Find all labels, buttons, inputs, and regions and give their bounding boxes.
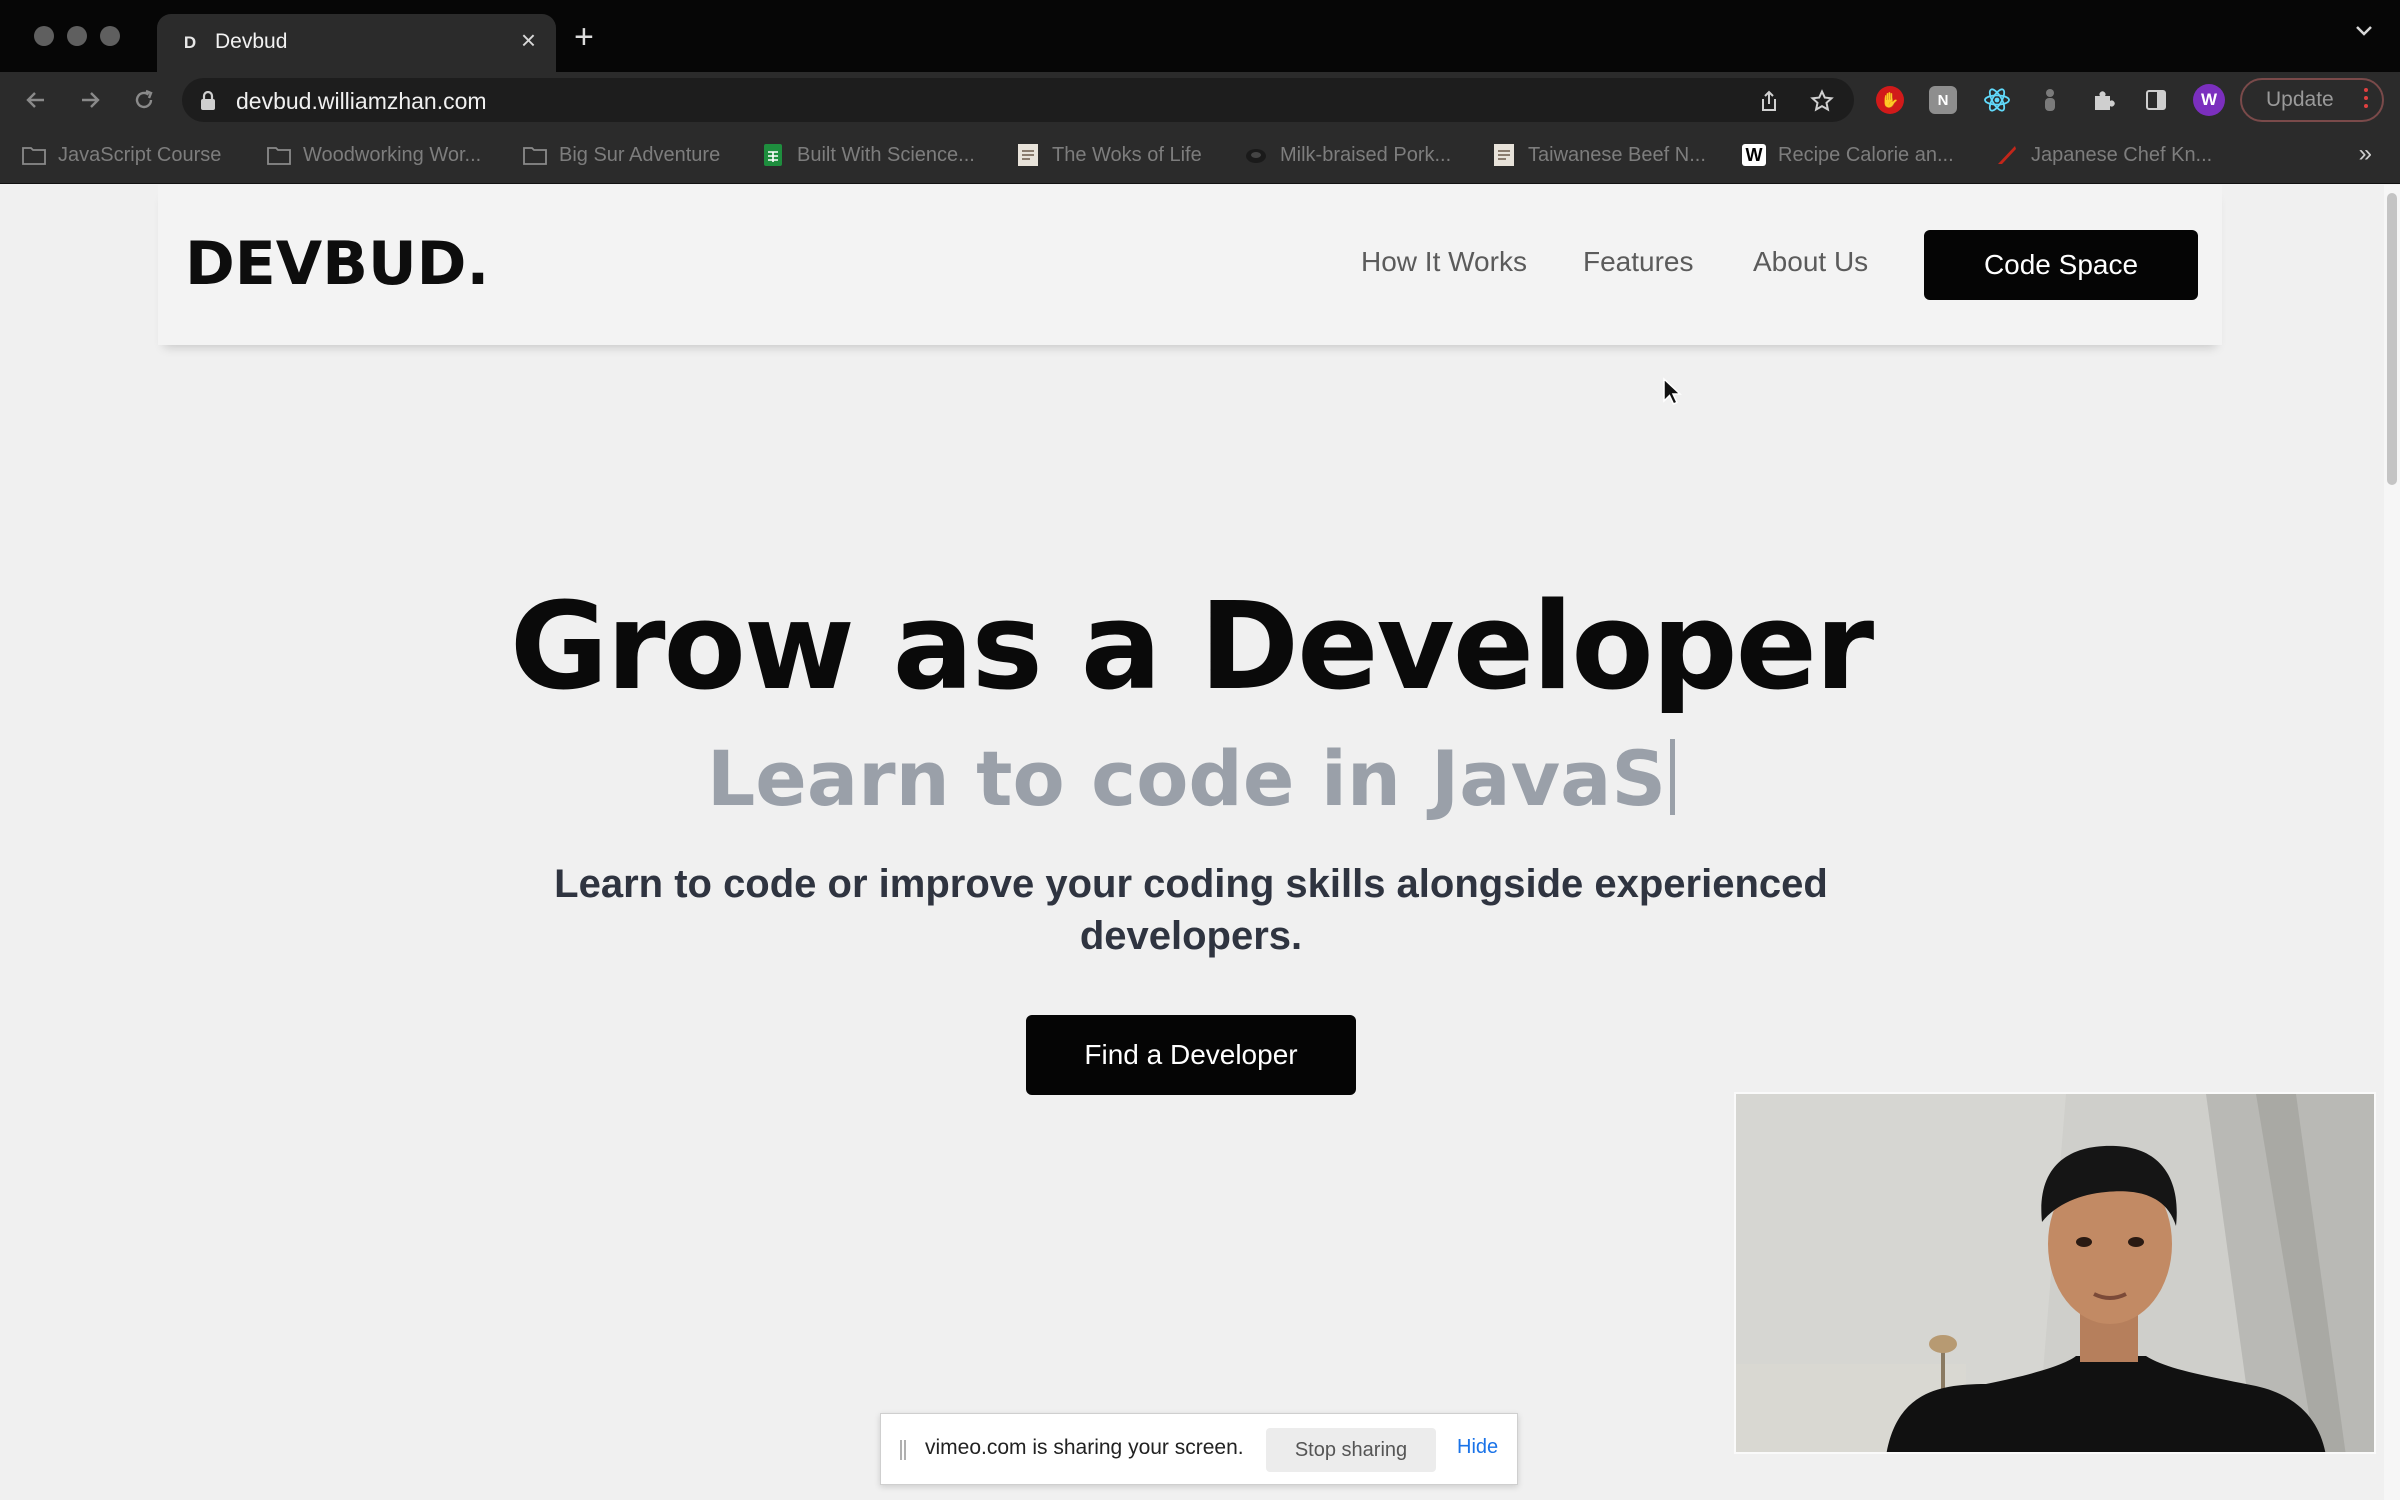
back-icon[interactable] [22,86,50,114]
tab-search-chevron-icon[interactable] [2354,24,2374,43]
new-tab-icon[interactable]: + [574,20,594,54]
window-close-dot[interactable] [34,26,54,46]
bookmark-label: Taiwanese Beef N... [1528,143,1706,166]
typing-prefix: Learn to code in [706,734,1401,823]
share-message: vimeo.com is sharing your screen. [925,1436,1244,1459]
scrollbar-track[interactable] [2384,185,2400,1500]
lock-icon[interactable] [200,90,216,116]
window-zoom-dot[interactable] [100,26,120,46]
sheets-icon [761,144,785,166]
folder-icon [22,144,46,166]
nav-link-how-it-works[interactable]: How It Works [1361,246,1527,278]
stop-hand-extension-icon[interactable]: ✋ [1876,86,1904,114]
tab-close-icon[interactable]: × [521,27,536,53]
knife-favicon [1995,144,2019,166]
extension-figure-icon[interactable] [2036,86,2064,114]
site-favicon [1492,144,1516,166]
bookmark-label: The Woks of Life [1052,143,1202,166]
profile-avatar[interactable]: W [2193,84,2225,116]
bookmark-item[interactable]: Japanese Chef Kn... [1995,140,2212,170]
bookmark-label: Built With Science... [797,143,975,166]
tab-devbud[interactable]: D Devbud × [157,14,556,72]
bookmark-label: Milk-braised Pork... [1280,143,1452,166]
reload-icon[interactable] [130,86,158,114]
hero-title: Grow as a Developer [509,578,1874,717]
bookmark-item[interactable]: Woodworking Wor... [267,140,481,170]
hero-subtitle-line: developers. [1079,914,1303,958]
stop-sharing-button[interactable]: Stop sharing [1266,1428,1436,1472]
bookmark-label: Big Sur Adventure [559,143,721,166]
bookmark-star-icon[interactable] [1809,88,1835,114]
bookmark-item[interactable]: Milk-braised Pork... [1244,140,1451,170]
address-bar[interactable]: devbud.williamzhan.com [182,78,1854,122]
hero-subtitle-line: Learn to code or improve your coding ski… [554,862,1828,906]
forward-icon[interactable] [76,86,104,114]
bookmark-label: Japanese Chef Kn... [2031,143,2213,166]
find-developer-button[interactable]: Find a Developer [1026,1015,1356,1095]
site-favicon [1016,144,1040,166]
bookmark-item[interactable]: JavaScript Course [22,140,221,170]
browser-toolbar: devbud.williamzhan.com ✋ N W Update [0,72,2400,128]
update-label: Update [2266,88,2334,111]
hero-subtitle: Learn to code or improve your coding ski… [0,858,2382,962]
bookmark-item[interactable]: W Recipe Calorie an... [1742,140,1954,170]
update-button[interactable]: Update [2240,78,2384,122]
mouse-cursor-icon [1663,377,1682,405]
nav-link-features[interactable]: Features [1583,246,1694,278]
react-devtools-icon[interactable] [1983,86,2011,114]
screen-share-bar: vimeo.com is sharing your screen. Stop s… [880,1413,1518,1485]
tab-title: Devbud [215,30,288,53]
tab-strip: D Devbud × + [0,0,2400,72]
webcam-person-image [1736,1094,2374,1452]
bookmarks-bar: JavaScript Course Woodworking Wor... Big… [0,128,2400,184]
typing-word: JavaS [1431,734,1667,823]
window-minimize-dot[interactable] [67,26,87,46]
tab-favicon-icon: D [183,33,197,52]
code-space-button[interactable]: Code Space [1924,230,2198,300]
site-favicon [1244,144,1268,166]
bookmarks-overflow-icon[interactable]: » [2359,140,2372,168]
typing-caret [1670,739,1676,815]
site-header: DEVBUD. How It Works Features About Us C… [158,185,2222,345]
w-favicon: W [1742,144,1766,166]
extensions-puzzle-icon[interactable] [2090,86,2118,114]
scrollbar-thumb[interactable] [2387,193,2397,485]
side-panel-icon[interactable] [2142,86,2170,114]
hide-share-bar-link[interactable]: Hide [1457,1436,1498,1459]
webcam-video[interactable] [1734,1092,2376,1454]
nav-link-about-us[interactable]: About Us [1753,246,1868,278]
bookmark-item[interactable]: Built With Science... [761,140,975,170]
more-menu-icon[interactable] [2364,88,2368,112]
bookmark-label: Woodworking Wor... [303,143,482,166]
folder-icon [523,144,547,166]
share-icon[interactable] [1756,88,1782,114]
bookmark-item[interactable]: The Woks of Life [1016,140,1202,170]
bookmark-item[interactable]: Big Sur Adventure [523,140,720,170]
bookmark-item[interactable]: Taiwanese Beef N... [1492,140,1706,170]
bookmark-label: JavaScript Course [58,143,222,166]
bookmark-label: Recipe Calorie an... [1778,143,1954,166]
site-logo[interactable]: DEVBUD. [185,229,489,299]
typing-headline: Learn to code in JavaS [0,734,2382,823]
drag-handle-icon[interactable] [900,1440,908,1460]
url-text[interactable]: devbud.williamzhan.com [236,88,487,115]
folder-icon [267,144,291,166]
notion-extension-icon[interactable]: N [1929,86,1957,114]
